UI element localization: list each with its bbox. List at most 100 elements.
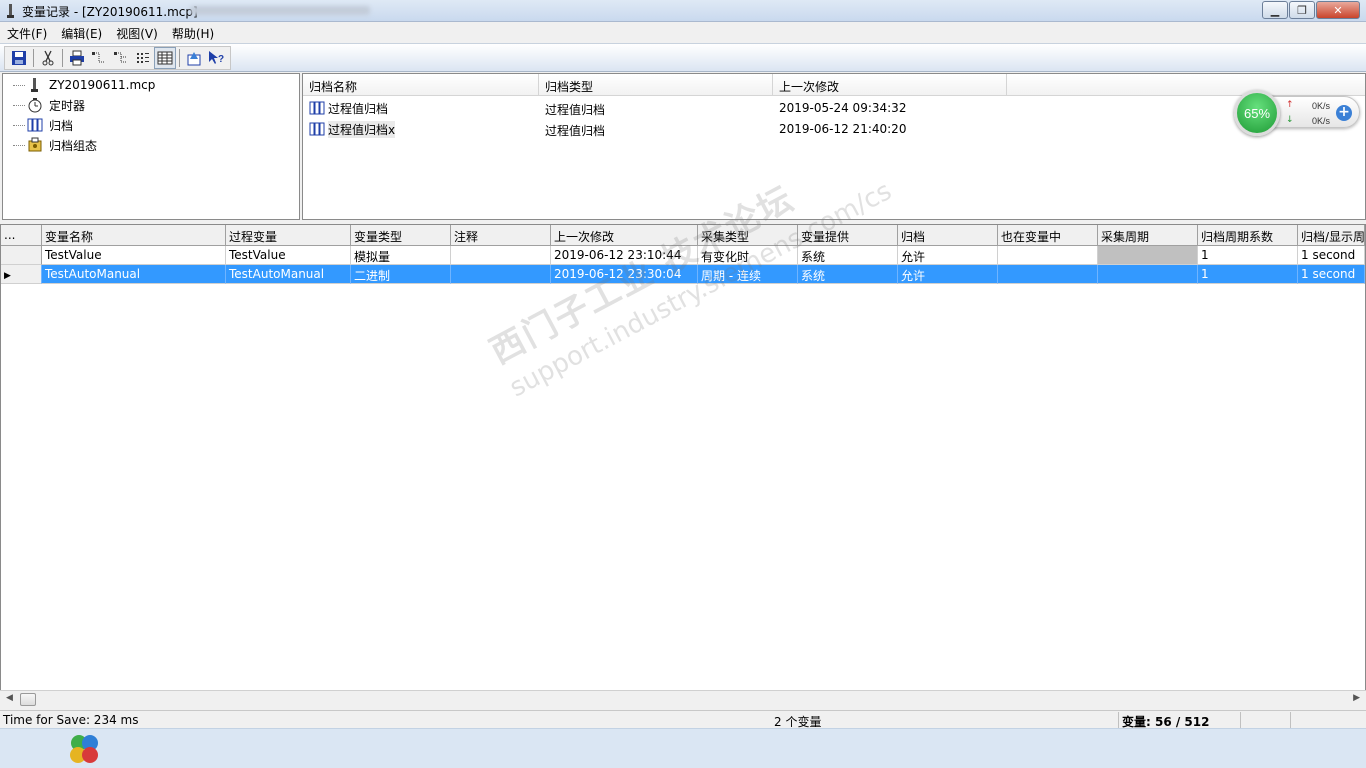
table-row-selected[interactable]: ▶ TestAutoManual TestAutoManual 二进制 2019… xyxy=(1,265,1365,284)
archive-list-header: 归档名称 归档类型 上一次修改 xyxy=(303,74,1365,96)
svg-text:?: ? xyxy=(218,54,224,65)
print-button[interactable] xyxy=(66,47,88,69)
column-header-archive-factor[interactable]: 归档周期系数 xyxy=(1198,225,1298,246)
cell-last-modified[interactable]: 2019-06-12 23:10:44 xyxy=(551,246,698,265)
help-icon: ? xyxy=(209,51,224,65)
column-header-last-modified[interactable]: 上一次修改 xyxy=(773,74,1007,96)
wincc-taskbar-icon[interactable] xyxy=(64,731,104,767)
cell-last-modified[interactable]: 2019-06-12 23:30:04 xyxy=(551,265,698,284)
save-icon xyxy=(12,51,26,65)
cell-acquisition-cycle[interactable] xyxy=(1098,265,1198,284)
cell-tag-name[interactable]: TestValue xyxy=(42,246,226,265)
column-header-tag-supply[interactable]: 变量提供 xyxy=(798,225,898,246)
table-row[interactable]: TestValue TestValue 模拟量 2019-06-12 23:10… xyxy=(1,246,1365,265)
scroll-thumb[interactable] xyxy=(20,693,36,706)
cut-button[interactable] xyxy=(37,47,59,69)
tree-collapse-button[interactable] xyxy=(110,47,132,69)
tree-item-archive[interactable]: 归档 xyxy=(13,115,75,135)
column-header-tag-type[interactable]: 变量类型 xyxy=(351,225,451,246)
tree-item-label: 归档 xyxy=(49,118,74,133)
archive-list: 归档名称 归档类型 上一次修改 过程值归档 过程值归档 2019-05-24 0… xyxy=(302,73,1366,220)
scroll-left-icon[interactable]: ◀ xyxy=(6,693,13,703)
cell-also-in-tag[interactable] xyxy=(998,246,1098,265)
cell-process-tag[interactable]: TestValue xyxy=(226,246,351,265)
cell-tag-supply[interactable]: 系统 xyxy=(798,246,898,265)
list-item[interactable]: 过程值归档x 过程值归档 2019-06-12 21:40:20 xyxy=(303,119,1007,139)
cell-archive-display-cycle[interactable]: 1 second xyxy=(1298,265,1365,284)
cell-comment[interactable] xyxy=(451,246,551,265)
expand-plus-icon[interactable]: + xyxy=(1336,105,1352,121)
minimize-button[interactable]: ▁ xyxy=(1262,1,1288,19)
cell-tag-name[interactable]: TestAutoManual xyxy=(42,265,226,284)
tree-item-label: ZY20190611.mcp xyxy=(49,78,156,92)
cell-tag-type[interactable]: 模拟量 xyxy=(351,246,451,265)
menu-file[interactable]: 文件(F) xyxy=(2,22,52,42)
tree-collapse-icon xyxy=(114,52,126,63)
save-button[interactable] xyxy=(8,47,30,69)
column-header-last-modified[interactable]: 上一次修改 xyxy=(551,225,698,246)
network-speed-widget[interactable]: 65% ↑ ↓ 0K/s 0K/s + xyxy=(1234,90,1360,136)
column-header-process-tag[interactable]: 过程变量 xyxy=(226,225,351,246)
toolbar: ? xyxy=(0,43,1366,72)
status-divider xyxy=(1240,712,1241,728)
column-header-archive-type[interactable]: 归档类型 xyxy=(539,74,773,96)
blurred-title-area xyxy=(190,6,370,15)
cell-also-in-tag[interactable] xyxy=(998,265,1098,284)
menu-edit[interactable]: 编辑(E) xyxy=(56,22,107,42)
archive-name: 过程值归档 xyxy=(328,101,389,116)
cell-process-tag[interactable]: TestAutoManual xyxy=(226,265,351,284)
window-title: 变量记录 - [ZY20190611.mcp] xyxy=(22,5,198,19)
minimize-icon: ▁ xyxy=(1270,3,1280,17)
cell-archiving[interactable]: 允许 xyxy=(898,265,998,284)
restore-button[interactable]: ❐ xyxy=(1289,1,1315,19)
details-icon xyxy=(157,51,173,65)
details-view-button[interactable] xyxy=(154,47,176,69)
cell-tag-supply[interactable]: 系统 xyxy=(798,265,898,284)
properties-button[interactable] xyxy=(183,47,205,69)
cell-archive-display-cycle[interactable]: 1 second xyxy=(1298,246,1365,265)
row-header[interactable] xyxy=(1,246,42,265)
list-item[interactable]: 过程值归档 过程值归档 2019-05-24 09:34:32 xyxy=(303,98,1007,118)
horizontal-scrollbar[interactable]: ◀ ▶ xyxy=(0,690,1366,708)
scroll-right-icon[interactable]: ▶ xyxy=(1353,693,1360,703)
archive-icon xyxy=(309,122,325,136)
status-save-time: Time for Save: 234 ms xyxy=(3,713,139,727)
cell-archive-factor[interactable]: 1 xyxy=(1198,265,1298,284)
upload-arrow-icon: ↑ xyxy=(1286,100,1294,110)
close-button[interactable]: ✕ xyxy=(1316,1,1360,19)
tree-item-project[interactable]: ZY20190611.mcp xyxy=(13,75,157,95)
tree-expand-button[interactable] xyxy=(88,47,110,69)
cell-comment[interactable] xyxy=(451,265,551,284)
current-row-arrow-icon: ▶ xyxy=(4,271,11,281)
toolbar-separator xyxy=(179,49,180,67)
column-header-tag-name[interactable]: 变量名称 xyxy=(42,225,226,246)
grid-corner[interactable]: ... xyxy=(1,225,42,246)
list-view-button[interactable] xyxy=(132,47,154,69)
column-header-archive-display-cycle[interactable]: 归档/显示周 xyxy=(1298,225,1365,246)
menu-help[interactable]: 帮助(H) xyxy=(167,22,219,42)
download-speed: 0K/s xyxy=(1312,116,1331,126)
tree-item-timer[interactable]: 定时器 xyxy=(13,95,87,115)
column-header-also-in-tag[interactable]: 也在变量中 xyxy=(998,225,1098,246)
column-header-acquisition-type[interactable]: 采集类型 xyxy=(698,225,798,246)
menu-view[interactable]: 视图(V) xyxy=(111,22,163,42)
toolbar-separator xyxy=(62,49,63,67)
tree-item-archive-config[interactable]: 归档组态 xyxy=(13,135,99,155)
timer-icon xyxy=(28,98,42,113)
row-header[interactable]: ▶ xyxy=(1,265,42,284)
cell-archive-factor[interactable]: 1 xyxy=(1198,246,1298,265)
help-button[interactable]: ? xyxy=(205,47,227,69)
project-icon xyxy=(31,78,38,92)
toolbar-group: ? xyxy=(4,46,231,70)
cell-acquisition-type[interactable]: 有变化时 xyxy=(698,246,798,265)
cell-archiving[interactable]: 允许 xyxy=(898,246,998,265)
column-header-comment[interactable]: 注释 xyxy=(451,225,551,246)
column-header-archiving[interactable]: 归档 xyxy=(898,225,998,246)
cell-tag-type[interactable]: 二进制 xyxy=(351,265,451,284)
column-header-archive-name[interactable]: 归档名称 xyxy=(303,74,539,96)
cell-acquisition-type[interactable]: 周期 - 连续 xyxy=(698,265,798,284)
tree-item-label: 归档组态 xyxy=(49,138,98,153)
column-header-acquisition-cycle[interactable]: 采集周期 xyxy=(1098,225,1198,246)
title-bar: 变量记录 - [ZY20190611.mcp] ▁ ❐ ✕ xyxy=(0,0,1366,22)
cell-acquisition-cycle[interactable] xyxy=(1098,246,1198,265)
